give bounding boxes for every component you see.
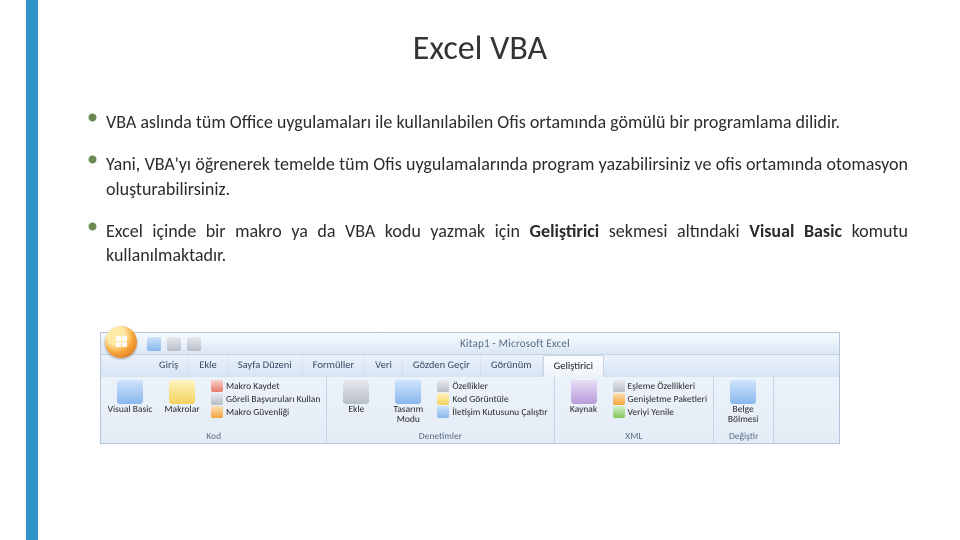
button-caption: Kaynak (570, 405, 597, 415)
accent-bar (26, 0, 38, 540)
button-caption: Ekle (348, 405, 364, 415)
bullet-dot-icon (88, 219, 106, 268)
save-icon[interactable] (147, 337, 161, 351)
ribbon-tab-developer[interactable]: Geliştirici (543, 355, 604, 377)
ribbon-tabs: Giriş Ekle Sayfa Düzeni Formüller Veri G… (101, 355, 839, 377)
group-label: Kod (107, 430, 320, 443)
kod-small-buttons: Makro Kaydet Göreli Başvuruları Kullan M… (211, 380, 320, 418)
button-label: Veriyi Yenile (628, 406, 675, 418)
ribbon-tab[interactable]: Veri (365, 355, 403, 377)
code-icon (437, 393, 449, 405)
button-caption: Belge Bölmesi (720, 405, 766, 425)
button-caption: Makrolar (164, 405, 199, 415)
ribbon-groups: Visual Basic Makrolar Makro Kaydet Görel… (101, 377, 839, 443)
xml-icon (571, 380, 597, 404)
shield-icon (211, 406, 223, 418)
expansion-packs-button[interactable]: Genişletme Paketleri (613, 393, 708, 405)
properties-button[interactable]: Özellikler (437, 380, 547, 392)
bullet-dot-icon (88, 152, 106, 201)
bullet-item: VBA aslında tüm Office uygulamaları ile … (88, 110, 908, 134)
bullet-text-fragment: Excel içinde bir makro ya da VBA kodu ya… (106, 220, 530, 242)
slide-title: Excel VBA (0, 28, 960, 69)
xml-source-button[interactable]: Kaynak (561, 380, 607, 418)
dialog-icon (437, 406, 449, 418)
bullet-bold: Visual Basic (749, 220, 842, 242)
button-label: Göreli Başvuruları Kullan (226, 393, 320, 405)
button-label: Genişletme Paketleri (628, 393, 708, 405)
relative-refs-button[interactable]: Göreli Başvuruları Kullan (211, 393, 320, 405)
refresh-icon (613, 406, 625, 418)
title-bar: Kitap1 - Microsoft Excel (101, 333, 839, 355)
bullet-bold: Geliştirici (530, 220, 600, 242)
ribbon-tab[interactable]: Sayfa Düzeni (228, 355, 303, 377)
button-caption: Tasarım Modu (385, 405, 431, 425)
button-label: Kod Görüntüle (452, 393, 508, 405)
group-denetimler: Ekle Tasarım Modu Özellikler Kod Görüntü… (327, 377, 554, 443)
redo-icon[interactable] (187, 337, 201, 351)
office-logo-icon (116, 336, 127, 347)
document-panel-button[interactable]: Belge Bölmesi (720, 380, 766, 425)
ribbon-tab[interactable]: Gözden Geçir (403, 355, 481, 377)
bullet-text: Excel içinde bir makro ya da VBA kodu ya… (106, 219, 908, 268)
group-label: XML (561, 430, 708, 443)
button-label: Eşleme Özellikleri (628, 380, 696, 392)
insert-icon (343, 380, 369, 404)
ribbon-screenshot: Kitap1 - Microsoft Excel Giriş Ekle Sayf… (100, 332, 840, 444)
ribbon-tab[interactable]: Giriş (149, 355, 189, 377)
document-icon (730, 380, 756, 404)
group-label: Denetimler (333, 430, 547, 443)
ribbon-tab[interactable]: Görünüm (481, 355, 543, 377)
slide-body: Excel VBA VBA aslında tüm Office uygulam… (0, 0, 960, 540)
record-macro-button[interactable]: Makro Kaydet (211, 380, 320, 392)
button-label: Özellikler (452, 380, 488, 392)
makrolar-button[interactable]: Makrolar (159, 380, 205, 418)
group-xml: Kaynak Eşleme Özellikleri Genişletme Pak… (555, 377, 715, 443)
run-dialog-button[interactable]: İletişim Kutusunu Çalıştır (437, 406, 547, 418)
ribbon-tab[interactable]: Ekle (189, 355, 228, 377)
bullet-item: Excel içinde bir makro ya da VBA kodu ya… (88, 219, 908, 268)
record-icon (211, 380, 223, 392)
visual-basic-icon (117, 380, 143, 404)
view-code-button[interactable]: Kod Görüntüle (437, 393, 547, 405)
button-label: Makro Kaydet (226, 380, 280, 392)
excel-ribbon: Kitap1 - Microsoft Excel Giriş Ekle Sayf… (100, 332, 840, 444)
macros-icon (169, 380, 195, 404)
undo-icon[interactable] (167, 337, 181, 351)
map-props-button[interactable]: Eşleme Özellikleri (613, 380, 708, 392)
macro-security-button[interactable]: Makro Güvenliği (211, 406, 320, 418)
expansion-icon (613, 393, 625, 405)
window-title: Kitap1 - Microsoft Excel (201, 337, 839, 350)
office-button[interactable] (105, 326, 137, 358)
bullet-item: Yani, VBA'yı öğrenerek temelde tüm Ofis … (88, 152, 908, 201)
insert-controls-button[interactable]: Ekle (333, 380, 379, 425)
group-degistir: Belge Bölmesi Değiştir (714, 377, 774, 443)
button-caption: Visual Basic (108, 405, 153, 415)
ribbon-tab[interactable]: Formüller (303, 355, 366, 377)
bullet-text: VBA aslında tüm Office uygulamaları ile … (106, 110, 840, 134)
visual-basic-button[interactable]: Visual Basic (107, 380, 153, 418)
refresh-data-button[interactable]: Veriyi Yenile (613, 406, 708, 418)
xml-small-buttons: Eşleme Özellikleri Genişletme Paketleri … (613, 380, 708, 418)
group-kod: Visual Basic Makrolar Makro Kaydet Görel… (101, 377, 327, 443)
bullet-list: VBA aslında tüm Office uygulamaları ile … (88, 110, 908, 285)
grid-icon (211, 393, 223, 405)
design-icon (395, 380, 421, 404)
bullet-text-fragment: sekmesi altındaki (599, 220, 749, 242)
quick-access-toolbar (143, 337, 201, 351)
button-label: Makro Güvenliği (226, 406, 289, 418)
bullet-dot-icon (88, 110, 106, 134)
design-mode-button[interactable]: Tasarım Modu (385, 380, 431, 425)
denetimler-small-buttons: Özellikler Kod Görüntüle İletişim Kutusu… (437, 380, 547, 425)
bullet-text: Yani, VBA'yı öğrenerek temelde tüm Ofis … (106, 152, 908, 201)
properties-icon (437, 380, 449, 392)
group-label: Değiştir (720, 430, 767, 443)
map-icon (613, 380, 625, 392)
button-label: İletişim Kutusunu Çalıştır (452, 406, 547, 418)
